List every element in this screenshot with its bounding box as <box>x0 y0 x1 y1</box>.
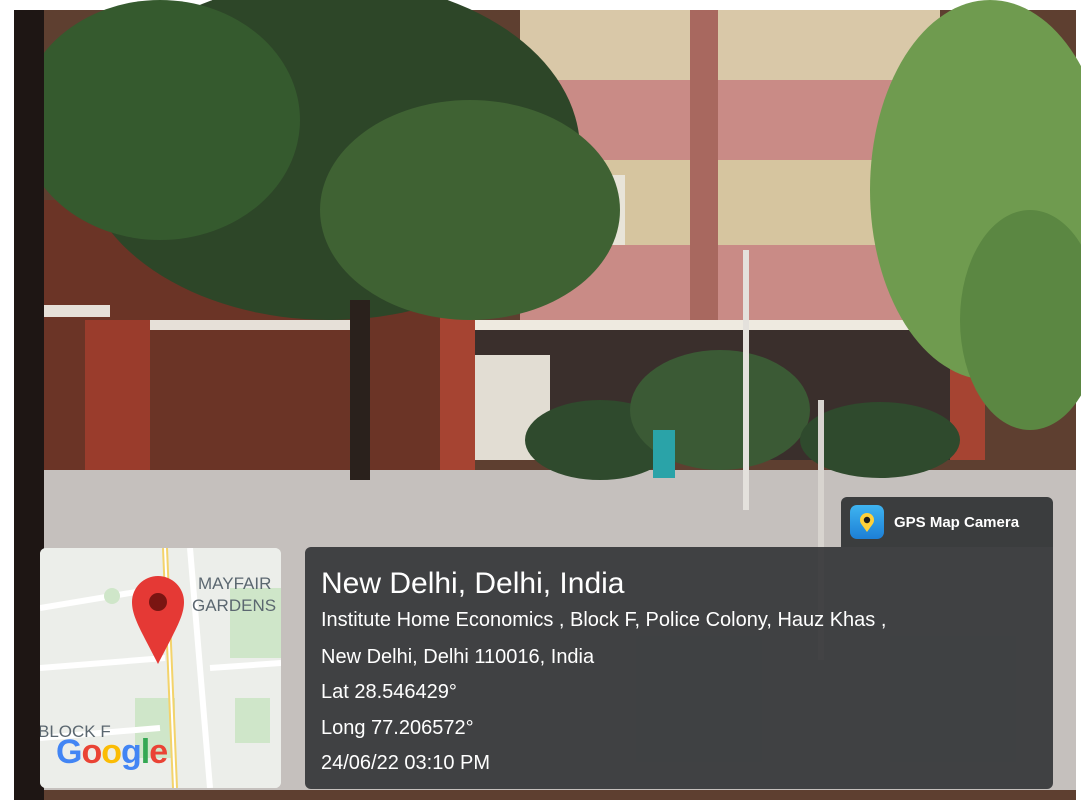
gps-camera-glyph <box>860 513 874 532</box>
google-letter: G <box>56 733 82 771</box>
photo: GPS Map Camera MAYFAIR GARDENS BLOCK F G… <box>0 0 1081 809</box>
timestamp: 24/06/22 03:10 PM <box>321 752 491 774</box>
blue-bin <box>653 430 675 478</box>
building-top <box>520 10 940 80</box>
building-slab <box>470 320 950 330</box>
left-wing-slab-2 <box>150 320 350 330</box>
google-letter: o <box>101 733 122 771</box>
location-title: New Delhi, Delhi, India <box>321 567 625 600</box>
google-letter: o <box>81 733 102 771</box>
map-area-label-1: MAYFAIR <box>198 574 272 593</box>
left-wing-slab <box>40 305 110 317</box>
google-letter: e <box>149 733 168 771</box>
longitude: Long 77.206572° <box>321 717 474 739</box>
map-thumbnail: MAYFAIR GARDENS BLOCK F Google <box>40 548 281 788</box>
tree-left-canopy-2 <box>320 100 620 320</box>
building-pillar <box>690 10 718 360</box>
map-park-3 <box>235 698 270 743</box>
pin-dot <box>149 593 167 611</box>
gps-map-camera-badge: GPS Map Camera <box>841 497 1053 547</box>
map-roundabout <box>104 588 120 604</box>
tree-trunk <box>350 300 370 480</box>
left-wing-column-2 <box>440 300 475 470</box>
location-info-panel: New Delhi, Delhi, India Institute Home E… <box>305 547 1053 789</box>
pin-body <box>132 576 184 664</box>
badge-label: GPS Map Camera <box>894 513 1020 531</box>
pole <box>743 250 749 510</box>
google-letter: l <box>140 733 151 771</box>
latitude: Lat 28.546429° <box>321 681 457 703</box>
google-letter: g <box>121 733 142 771</box>
location-pin-icon <box>132 576 184 664</box>
tree-left-canopy-3 <box>20 0 300 240</box>
google-logo: Google <box>56 733 168 772</box>
address-line-1: Institute Home Economics , Block F, Poli… <box>321 609 887 631</box>
map-area-label-2: GARDENS <box>192 596 277 615</box>
left-wing-column <box>85 320 150 485</box>
address-line-2: New Delhi, Delhi 110016, India <box>321 646 595 668</box>
gps-camera-icon <box>850 505 884 539</box>
